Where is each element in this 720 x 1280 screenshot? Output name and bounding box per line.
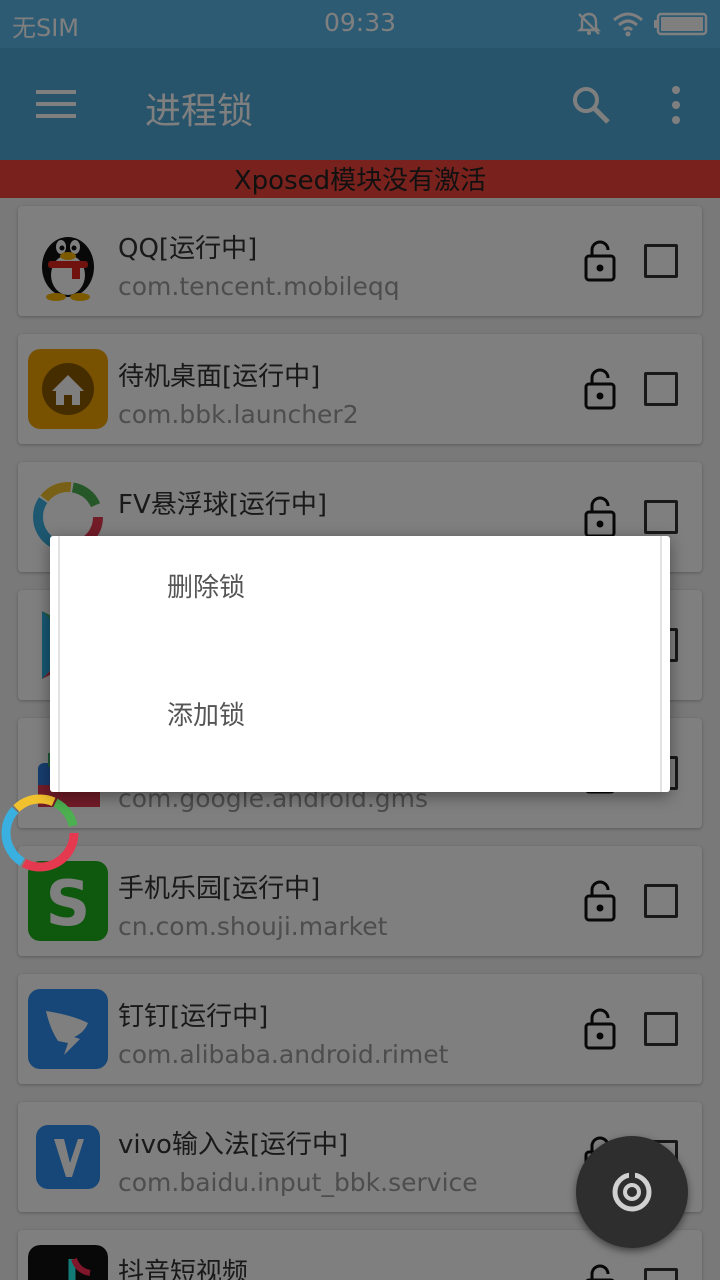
dialog-item-add-lock[interactable]: 添加锁 [50,664,670,792]
dialog-item-remove-lock[interactable]: 删除锁 [50,536,670,664]
settings-dial-icon [612,1172,652,1212]
fab-button[interactable] [576,1136,688,1248]
floating-ball-icon[interactable] [0,790,82,876]
lock-options-dialog: 删除锁 添加锁 [50,536,670,792]
dialog-item-label: 添加锁 [167,701,246,731]
dialog-item-label: 删除锁 [167,573,246,603]
